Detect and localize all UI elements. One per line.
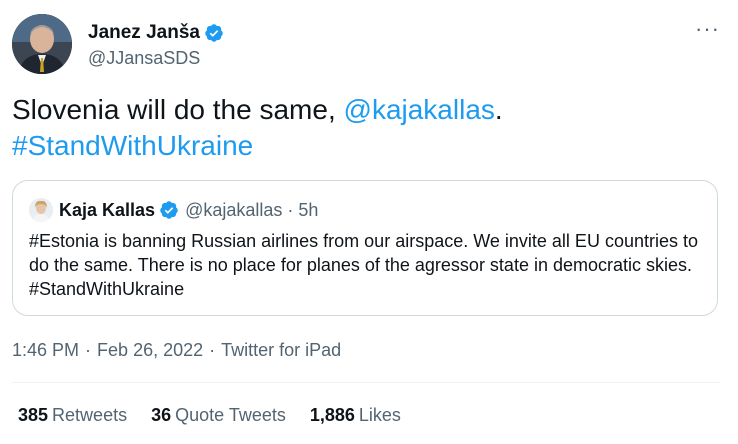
retweets-count: 385 (18, 405, 49, 425)
quoted-author-name: Kaja Kallas (59, 199, 156, 220)
quote-tweets-count: 36 (151, 405, 172, 425)
quote-tweets-stat[interactable]: 36 Quote Tweets (151, 405, 286, 426)
verified-badge-icon (205, 24, 223, 42)
person-avatar-icon (29, 198, 53, 222)
more-options-icon[interactable]: ··· (695, 16, 720, 42)
author-handle[interactable]: @JJansaSDS (88, 48, 200, 69)
tweet-header: Janez Janša @JJansaSDS ··· (12, 14, 726, 76)
hashtag-link[interactable]: #StandWithUkraine (12, 130, 253, 161)
author-avatar[interactable] (12, 14, 72, 74)
likes-count: 1,886 (309, 405, 355, 425)
tweet-text: Slovenia will do the same, @kajakallas. … (12, 92, 722, 164)
author-name-row: Janez Janša (88, 22, 224, 44)
tweet-time[interactable]: 1:46 PM (12, 340, 79, 361)
retweets-label: Retweets (52, 405, 128, 425)
separator-dot: · (209, 340, 216, 360)
quote-tweets-label: Quote Tweets (175, 405, 286, 425)
likes-label: Likes (358, 405, 401, 425)
mention-link[interactable]: @kajakallas (344, 94, 495, 125)
quoted-tweet[interactable]: Kaja Kallas @kajakallas · 5h #Estonia is… (12, 180, 718, 316)
tweet-source[interactable]: Twitter for iPad (221, 340, 341, 361)
tweet-stats: 385 Retweets 36 Quote Tweets 1,886 Likes (18, 405, 425, 426)
tweet-metadata: 1:46 PM · Feb 26, 2022 · Twitter for iPa… (12, 340, 341, 361)
author-name[interactable]: Janez Janša (88, 22, 200, 44)
tweet-text-part: Slovenia will do the same, (12, 94, 344, 125)
divider (12, 382, 720, 383)
quoted-tweet-text: #Estonia is banning Russian airlines fro… (29, 231, 698, 299)
quoted-tweet-header: Kaja Kallas @kajakallas · 5h (29, 197, 318, 223)
person-avatar-icon (12, 14, 72, 74)
quoted-author-avatar (29, 198, 53, 222)
tweet-text-part: . (494, 94, 503, 125)
verified-badge-icon (160, 201, 178, 219)
quoted-author-handle: @kajakallas (185, 199, 283, 220)
quoted-tweet-time: 5h (298, 199, 319, 220)
separator-dot: · (85, 340, 92, 360)
likes-stat[interactable]: 1,886 Likes (310, 405, 401, 426)
separator-dot: · (287, 199, 294, 220)
retweets-stat[interactable]: 385 Retweets (18, 405, 127, 426)
tweet-date[interactable]: Feb 26, 2022 (97, 340, 203, 361)
